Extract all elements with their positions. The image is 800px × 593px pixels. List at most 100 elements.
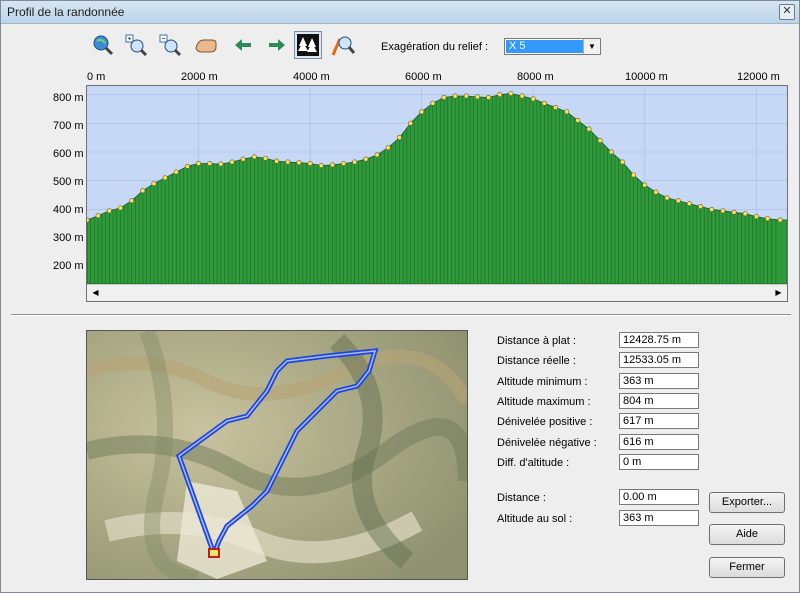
- profile-point: [619, 159, 625, 165]
- profile-point: [608, 149, 614, 155]
- x-tick: 8000 m: [517, 71, 554, 83]
- x-tick: 0 m: [87, 71, 106, 83]
- profile-point: [117, 205, 123, 211]
- profile-point: [385, 145, 391, 151]
- chevron-down-icon[interactable]: ▼: [583, 39, 600, 54]
- profile-point: [352, 159, 358, 165]
- profile-point: [296, 160, 302, 166]
- profile-point: [720, 208, 726, 214]
- profile-point: [274, 158, 280, 164]
- close-icon[interactable]: ✕: [779, 4, 795, 20]
- exaggeration-value: X 5: [506, 40, 587, 53]
- y-tick: 300 m: [53, 232, 84, 244]
- distance-value: 0.00 m: [619, 489, 699, 505]
- stat-label: Distance à plat :: [497, 335, 576, 347]
- profile-point: [329, 162, 335, 168]
- separator: [11, 314, 791, 316]
- y-tick: 700 m: [53, 120, 84, 132]
- profile-point: [675, 198, 681, 204]
- stat-value: 12428.75 m: [619, 332, 699, 348]
- stat-label: Altitude maximum :: [497, 396, 591, 408]
- profile-point: [285, 159, 291, 165]
- profile-point: [452, 93, 458, 99]
- arrow-right-icon[interactable]: [263, 31, 291, 59]
- elevation-chart-svg: [87, 86, 787, 284]
- stat-label: Dénivelée négative :: [497, 437, 597, 449]
- profile-search-icon[interactable]: [329, 31, 357, 59]
- profile-point: [318, 162, 324, 168]
- exaggeration-label: Exagération du relief :: [381, 41, 489, 53]
- profile-point: [508, 90, 514, 96]
- profile-point: [463, 93, 469, 99]
- profile-point: [564, 109, 570, 115]
- x-tick: 6000 m: [405, 71, 442, 83]
- profile-point: [374, 152, 380, 158]
- route-map[interactable]: [86, 330, 468, 580]
- profile-point: [95, 213, 101, 219]
- profile-point: [430, 100, 436, 106]
- stat-label: Dénivelée positive :: [497, 416, 593, 428]
- profile-point: [541, 100, 547, 106]
- y-tick: 400 m: [53, 204, 84, 216]
- profile-point: [664, 195, 670, 201]
- zoom-in-icon[interactable]: [122, 31, 150, 59]
- profile-point: [129, 198, 135, 204]
- window-title: Profil de la randonnée: [7, 5, 125, 19]
- close-button[interactable]: Fermer: [709, 557, 785, 578]
- export-button[interactable]: Exporter...: [709, 492, 785, 513]
- chart-scrollbar[interactable]: ◀ ▶: [87, 284, 787, 301]
- profile-point: [140, 188, 146, 194]
- profile-point: [698, 204, 704, 210]
- profile-point: [87, 217, 90, 223]
- stat-label: Distance réelle :: [497, 355, 576, 367]
- profile-point: [441, 94, 447, 100]
- profile-point: [731, 209, 737, 215]
- profile-window: Profil de la randonnée ✕ Exagération du …: [0, 0, 800, 593]
- profile-point: [251, 154, 257, 160]
- profile-point: [229, 159, 235, 165]
- profile-point: [173, 169, 179, 175]
- y-tick: 500 m: [53, 176, 84, 188]
- profile-point: [764, 216, 770, 222]
- stat-value: 363 m: [619, 373, 699, 389]
- stat-value: 0 m: [619, 454, 699, 470]
- trees-terrain-icon[interactable]: [294, 31, 322, 59]
- help-button[interactable]: Aide: [709, 524, 785, 545]
- distance-label: Distance :: [497, 492, 546, 504]
- scroll-right-icon[interactable]: ▶: [771, 285, 786, 300]
- profile-point: [777, 217, 783, 223]
- y-tick: 200 m: [53, 260, 84, 272]
- profile-point: [631, 172, 637, 178]
- profile-point: [709, 206, 715, 212]
- profile-point: [408, 120, 414, 126]
- stat-value: 12533.05 m: [619, 352, 699, 368]
- stat-label: Diff. d'altitude :: [497, 457, 570, 469]
- zoom-out-icon[interactable]: [156, 31, 184, 59]
- profile-point: [184, 163, 190, 169]
- stat-label: Altitude minimum :: [497, 376, 588, 388]
- y-tick: 600 m: [53, 148, 84, 160]
- pan-hand-icon[interactable]: [192, 31, 220, 59]
- profile-point: [307, 160, 313, 166]
- profile-point: [106, 208, 112, 214]
- elevation-chart[interactable]: [86, 85, 788, 302]
- profile-point: [575, 117, 581, 123]
- profile-point: [653, 189, 659, 195]
- x-tick: 10000 m: [625, 71, 668, 83]
- profile-point: [240, 156, 246, 162]
- profile-point: [486, 94, 492, 100]
- profile-point: [642, 182, 648, 188]
- exaggeration-select[interactable]: X 5 ▼: [504, 38, 601, 55]
- x-tick: 2000 m: [181, 71, 218, 83]
- profile-point: [218, 161, 224, 167]
- title-bar: Profil de la randonnée ✕: [1, 1, 799, 24]
- ground-altitude-label: Altitude au sol :: [497, 513, 573, 525]
- profile-point: [519, 93, 525, 99]
- stat-value: 616 m: [619, 434, 699, 450]
- scroll-left-icon[interactable]: ◀: [88, 285, 103, 300]
- arrow-left-icon[interactable]: [229, 31, 257, 59]
- x-tick: 12000 m: [737, 71, 780, 83]
- zoom-globe-icon[interactable]: [89, 31, 117, 59]
- y-tick: 800 m: [53, 92, 84, 104]
- stat-value: 804 m: [619, 393, 699, 409]
